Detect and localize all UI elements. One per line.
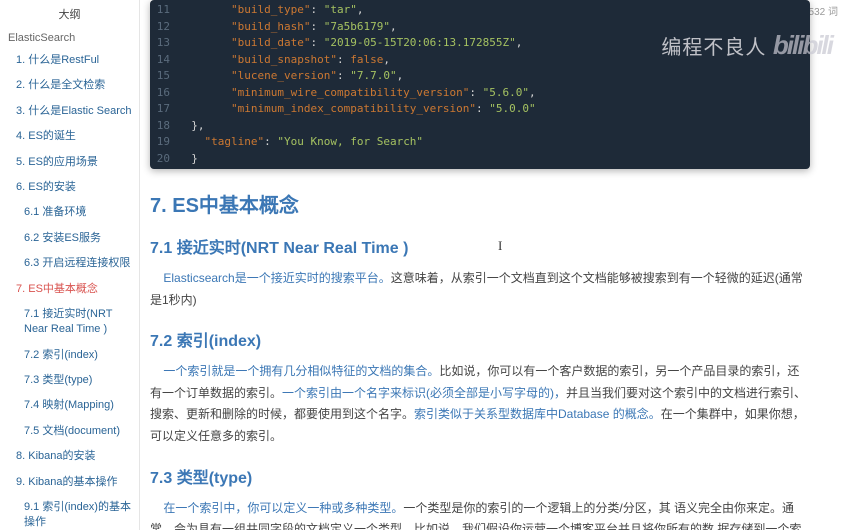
sidebar-item[interactable]: 6.3 开启远程连接权限 (0, 251, 139, 276)
sidebar-item[interactable]: 6. ES的安装 (0, 175, 139, 200)
heading-7-3: 7.3 类型(type) (150, 464, 810, 488)
code-line: 15 "lucene_version": "7.7.0", (150, 68, 810, 85)
outline-sidebar[interactable]: 大纲 ElasticSearch 1. 什么是RestFul2. 什么是全文检索… (0, 0, 140, 530)
sidebar-item[interactable]: 7.1 接近实时(NRT Near Real Time ) (0, 302, 139, 343)
sidebar-item[interactable]: 5. ES的应用场景 (0, 150, 139, 175)
code-line: 19 "tagline": "You Know, for Search" (150, 134, 810, 151)
para-7-2: 一个索引就是一个拥有几分相似特征的文档的集合。比如说，你可以有一个客户数据的索引… (150, 361, 810, 447)
sidebar-item[interactable]: 1. 什么是RestFul (0, 48, 139, 73)
sidebar-item[interactable]: 9.1 索引(index)的基本操作 (0, 495, 139, 530)
sidebar-item[interactable]: 8. Kibana的安装 (0, 444, 139, 469)
sidebar-item[interactable]: 4. ES的诞生 (0, 124, 139, 149)
code-line: 11 "build_type": "tar", (150, 2, 810, 19)
sidebar-item[interactable]: 3. 什么是Elastic Search (0, 99, 139, 124)
sidebar-item[interactable]: 7.5 文档(document) (0, 419, 139, 444)
sidebar-item[interactable]: 7.2 索引(index) (0, 343, 139, 368)
outline-section-header: ElasticSearch (0, 28, 139, 48)
sidebar-item[interactable]: 7.3 类型(type) (0, 368, 139, 393)
heading-7-2: 7.2 索引(index) (150, 327, 810, 351)
para-7-1: Elasticsearch是一个接近实时的搜索平台。这意味着，从索引一个文档直到… (150, 268, 810, 311)
outline-title: 大纲 (0, 0, 139, 28)
sidebar-item[interactable]: 6.2 安装ES服务 (0, 226, 139, 251)
code-line: 16 "minimum_wire_compatibility_version":… (150, 85, 810, 102)
heading-7-1: 7.1 接近实时(NRT Near Real Time ) (150, 234, 810, 258)
sidebar-item[interactable]: 9. Kibana的基本操作 (0, 470, 139, 495)
para-7-3: 在一个索引中，你可以定义一种或多种类型。一个类型是你的索引的一个逻辑上的分类/分… (150, 498, 810, 530)
code-line: 18 }, (150, 118, 810, 135)
code-line: 12 "build_hash": "7a5b6179", (150, 19, 810, 36)
sidebar-item[interactable]: 7. ES中基本概念 (0, 277, 139, 302)
main-content[interactable]: 10532 词 编程不良人 bilibili 11 "build_type": … (140, 0, 850, 530)
code-block: 11 "build_type": "tar",12 "build_hash": … (150, 0, 810, 169)
heading-7: 7. ES中基本概念 (150, 189, 810, 218)
code-line: 20 } (150, 151, 810, 168)
sidebar-item[interactable]: 6.1 准备环境 (0, 200, 139, 225)
code-line: 14 "build_snapshot": false, (150, 52, 810, 69)
code-line: 13 "build_date": "2019-05-15T20:06:13.17… (150, 35, 810, 52)
sidebar-item[interactable]: 2. 什么是全文检索 (0, 73, 139, 98)
sidebar-item[interactable]: 7.4 映射(Mapping) (0, 393, 139, 418)
code-line: 17 "minimum_index_compatibility_version"… (150, 101, 810, 118)
